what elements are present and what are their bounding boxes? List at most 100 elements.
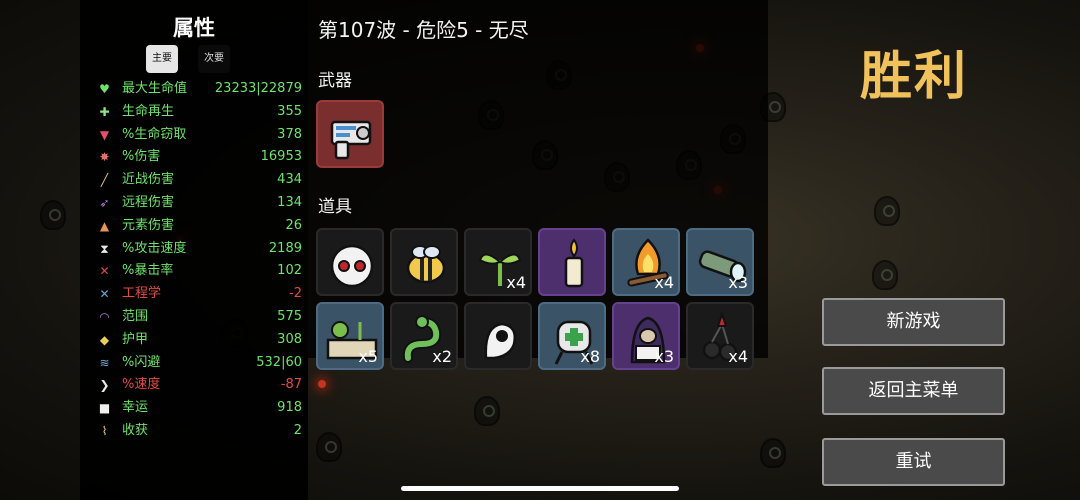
lifesteal-icon: ▼ — [99, 127, 110, 142]
tab-primary-stats[interactable]: 主要 — [146, 45, 178, 73]
stat-row: ➶ 远程伤害 134 — [96, 192, 302, 215]
bee-icon — [406, 245, 446, 284]
item-slot[interactable]: x4 — [686, 302, 754, 370]
ranged-icon: ➶ — [99, 195, 110, 210]
retry-button[interactable]: 重试 — [822, 438, 1005, 486]
armor-icon: ◆ — [99, 332, 110, 347]
wave-title: 第107波 - 危险5 - 无尽 — [318, 18, 529, 42]
stat-row: ▼ %生命窃取 378 — [96, 124, 302, 147]
stat-row: ✚ 生命再生 355 — [96, 101, 302, 124]
stat-name: %速度 — [122, 377, 161, 393]
enemy-sprite — [40, 200, 66, 230]
item-slot[interactable]: x8 — [538, 302, 606, 370]
stat-value: 134 — [277, 194, 302, 210]
stat-value: 102 — [277, 263, 302, 279]
item-slot[interactable] — [538, 228, 606, 296]
stats-title: 属性 — [173, 16, 215, 40]
harvest-icon: ⌇ — [101, 423, 108, 438]
crit-icon: ✕ — [99, 264, 110, 279]
elemental-icon: ▲ — [99, 218, 110, 233]
stat-row: ╱ 近战伤害 434 — [96, 169, 302, 192]
stat-value: 575 — [277, 308, 302, 324]
item-slot[interactable]: x3 — [612, 302, 680, 370]
enemy-sprite — [872, 260, 898, 290]
item-slot[interactable] — [464, 302, 532, 370]
weapon-slot[interactable] — [316, 100, 384, 168]
tab-secondary-stats[interactable]: 次要 — [198, 45, 230, 73]
damage-icon: ✸ — [99, 150, 110, 165]
stat-value: 26 — [285, 217, 302, 233]
stat-row: ✕ 工程学 -2 — [96, 283, 302, 306]
enemy-sprite — [474, 396, 500, 426]
stat-row: ⧗ %攻击速度 2189 — [96, 238, 302, 261]
stats-panel: 属性 主要 次要 ♥ 最大生命值 23233|22879 ✚ 生命再生 355 ▼ %生命窃取… — [80, 0, 308, 500]
stat-row: ▲ 元素伤害 26 — [96, 215, 302, 238]
stat-value: 16953 — [260, 149, 302, 165]
stat-row: ⌇ 收获 2 — [96, 420, 302, 443]
stat-name: %闪避 — [122, 354, 161, 370]
stat-name: 近战伤害 — [122, 172, 175, 188]
stat-value: 355 — [277, 103, 302, 119]
stat-name: 范围 — [122, 308, 149, 324]
stat-row: ◆ 护甲 308 — [96, 329, 302, 352]
enemy-sprite — [316, 432, 342, 462]
stat-name: %暴击率 — [122, 263, 174, 279]
stat-value: 532|60 — [256, 354, 302, 370]
item-count: x5 — [358, 347, 378, 366]
luck-icon: ■ — [98, 401, 111, 416]
range-icon: ◠ — [99, 309, 110, 324]
item-slot[interactable]: x5 — [316, 302, 384, 370]
engineering-icon: ✕ — [99, 287, 110, 302]
item-count: x3 — [654, 347, 674, 366]
stat-value: 918 — [277, 400, 302, 416]
item-slot[interactable]: x4 — [612, 228, 680, 296]
heart-icon: ♥ — [99, 82, 110, 96]
item-count: x4 — [728, 347, 748, 366]
item-slot[interactable]: x2 — [390, 302, 458, 370]
stat-name: 元素伤害 — [122, 217, 175, 233]
stat-value: 2189 — [268, 240, 302, 256]
stat-value: 308 — [277, 331, 302, 347]
main-menu-button[interactable]: 返回主菜单 — [822, 367, 1005, 415]
stat-row: ♥ 最大生命值 23233|22879 — [96, 78, 302, 101]
new-game-button[interactable]: 新游戏 — [822, 298, 1005, 346]
victory-title: 胜利 — [860, 47, 969, 107]
stat-list: ♥ 最大生命值 23233|22879 ✚ 生命再生 355 ▼ %生命窃取 378 ✸ %伤害 16… — [96, 78, 302, 443]
stat-name: 收获 — [122, 422, 149, 438]
stat-name: 最大生命值 — [122, 81, 188, 96]
stat-value: -2 — [289, 286, 302, 302]
item-count: x4 — [654, 273, 674, 292]
item-count: x2 — [432, 347, 452, 366]
stat-row: ❯ %速度 -87 — [96, 374, 302, 397]
item-slot[interactable]: x3 — [686, 228, 754, 296]
dodge-icon: ≋ — [99, 355, 110, 370]
stat-row: ≋ %闪避 532|60 — [96, 352, 302, 375]
stat-value: -87 — [280, 377, 302, 393]
stat-name: 幸运 — [122, 400, 149, 416]
stat-row: ✸ %伤害 16953 — [96, 146, 302, 169]
speed-icon: ❯ — [99, 378, 110, 393]
item-slot[interactable]: x4 — [464, 228, 532, 296]
stat-name: %伤害 — [122, 149, 161, 165]
stat-row: ◠ 范围 575 — [96, 306, 302, 329]
enemy-sprite — [874, 196, 900, 226]
item-slot[interactable] — [316, 228, 384, 296]
stat-row: ✕ %暴击率 102 — [96, 260, 302, 283]
item-count: x8 — [580, 347, 600, 366]
items-label: 道具 — [318, 197, 352, 217]
stat-name: 护甲 — [122, 331, 149, 347]
item-count: x3 — [728, 273, 748, 292]
run-summary-panel: 第107波 - 危险5 - 无尽 武器 道具 x4 x4 x3 x5 x2 x8 x3 x4 — [308, 0, 768, 370]
stat-value: 2 — [293, 422, 302, 438]
item-count: x4 — [506, 273, 526, 292]
stat-name: 工程学 — [122, 286, 162, 302]
weapons-label: 武器 — [318, 71, 352, 91]
item-slot[interactable] — [390, 228, 458, 296]
stat-name: %生命窃取 — [122, 126, 187, 142]
melee-icon: ╱ — [100, 173, 109, 188]
candle-icon — [564, 238, 584, 288]
home-indicator — [401, 486, 679, 491]
stat-name: %攻击速度 — [122, 240, 187, 256]
blaster-gun-icon — [330, 120, 372, 160]
attack-speed-icon: ⧗ — [100, 241, 109, 256]
